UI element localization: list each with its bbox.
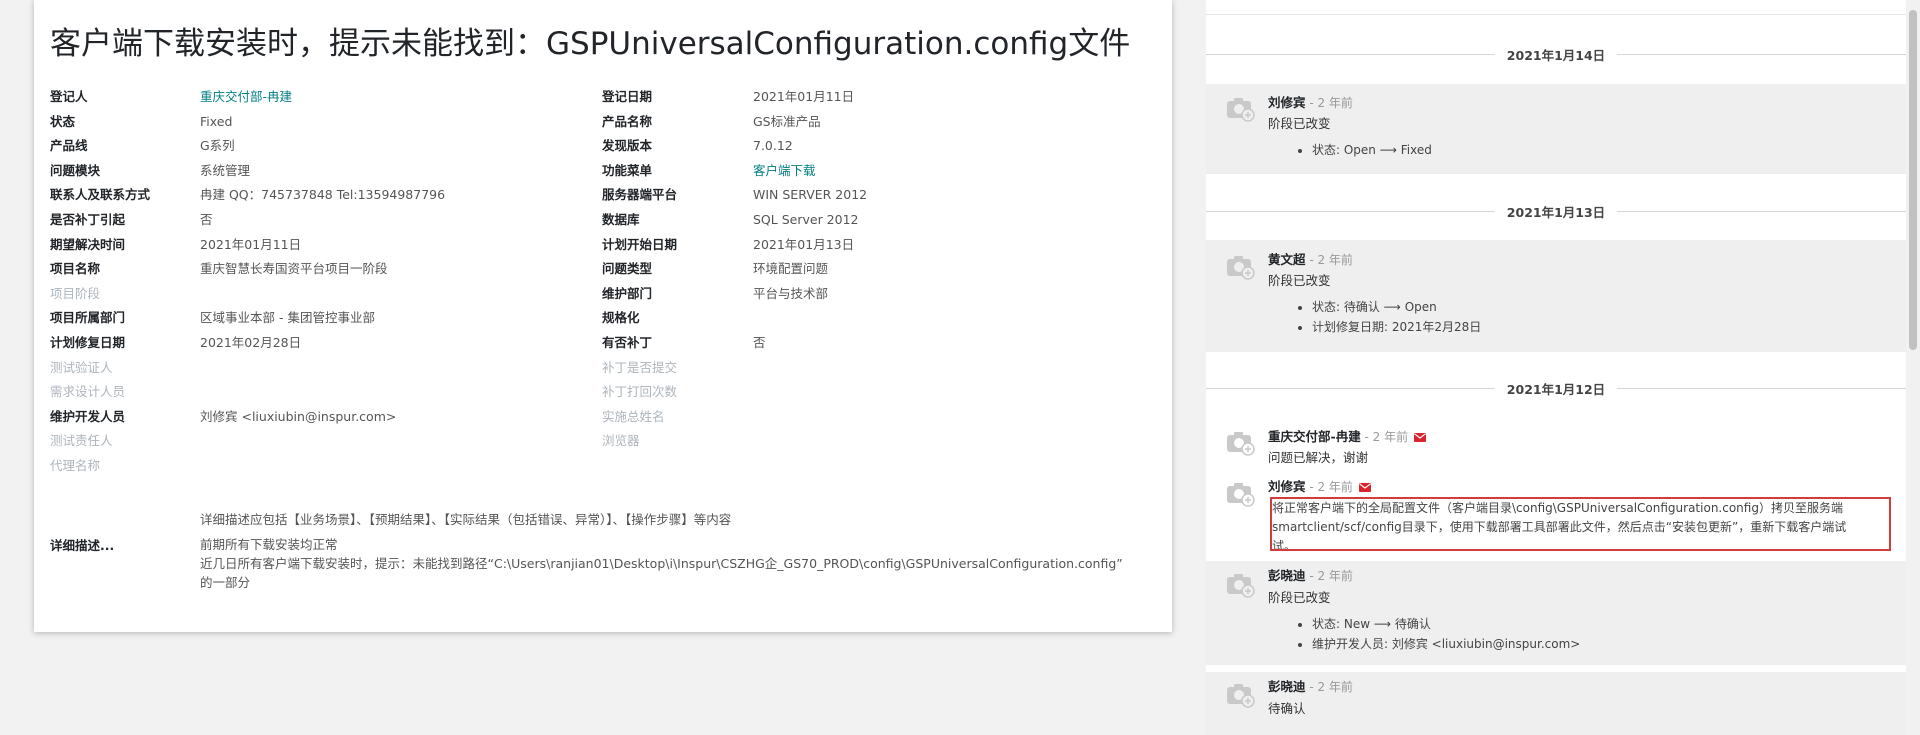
field-label: 服务器端平台 bbox=[602, 187, 678, 203]
field-value: 冉建 QQ：745737848 Tel:13594987796 bbox=[200, 187, 446, 203]
field-value: 环境配置问题 bbox=[753, 261, 829, 277]
ticket-form-sheet: 客户端下载安装时，提示未能找到：GSPUniversalConfiguratio… bbox=[34, 0, 1172, 632]
field-label: 期望解决时间 bbox=[50, 236, 126, 252]
scrollbar[interactable] bbox=[1906, 0, 1920, 735]
description-hint: 详细描述应包括【业务场景】、【预期结果】、【实际结果（包括错误、异常）】、【操作… bbox=[200, 512, 732, 527]
avatar-icon bbox=[1227, 483, 1255, 507]
field-label: 产品名称 bbox=[602, 113, 653, 129]
field-value: SQL Server 2012 bbox=[753, 212, 859, 227]
message-author[interactable]: 彭晓迪 - 2 年前 bbox=[1268, 565, 1353, 584]
message-body: 待确认 bbox=[1268, 701, 1306, 716]
field-label: 发现版本 bbox=[602, 138, 653, 154]
field-label: 产品线 bbox=[50, 138, 88, 154]
field-label: 补丁是否提交 bbox=[602, 359, 678, 375]
scrollbar-thumb[interactable] bbox=[1909, 10, 1917, 350]
field-value: 2021年01月11日 bbox=[200, 236, 302, 252]
message-author[interactable]: 彭晓迪 - 2 年前 bbox=[1268, 676, 1353, 695]
field-value-link[interactable]: 客户端下载 bbox=[753, 162, 816, 180]
tracking-list: 状态: New ⟶ 待确认 维护开发人员: 刘修宾 <liuxiubin@ins… bbox=[1292, 614, 1580, 654]
field-value: WIN SERVER 2012 bbox=[753, 187, 868, 203]
avatar-icon bbox=[1227, 256, 1255, 280]
field-label: 计划开始日期 bbox=[602, 236, 678, 252]
field-value: 2021年01月13日 bbox=[753, 236, 855, 252]
field-label: 联系人及联系方式 bbox=[50, 187, 151, 203]
field-label: 问题模块 bbox=[50, 162, 101, 178]
field-value: GS标准产品 bbox=[753, 113, 821, 129]
field-label: 计划修复日期 bbox=[50, 335, 126, 350]
date-separator: 2021年1月12日 bbox=[1206, 378, 1906, 398]
tracking-list: 状态: Open ⟶ Fixed bbox=[1292, 140, 1432, 160]
field-value: 平台与技术部 bbox=[753, 285, 829, 301]
tracking-item: 状态: 待确认 ⟶ Open bbox=[1312, 297, 1481, 317]
date-label: 2021年1月14日 bbox=[1494, 45, 1618, 64]
field-label: 有否补丁 bbox=[602, 335, 653, 350]
date-label: 2021年1月13日 bbox=[1494, 202, 1618, 221]
message-body: 阶段已改变 bbox=[1268, 273, 1331, 288]
field-label: 状态 bbox=[50, 113, 76, 129]
tracking-item: 状态: Open ⟶ Fixed bbox=[1312, 140, 1432, 160]
field-label: 问题类型 bbox=[602, 261, 653, 277]
field-label: 规格化 bbox=[602, 310, 640, 326]
field-value: 重庆智慧长寿国资平台项目一阶段 bbox=[200, 261, 388, 277]
avatar-icon bbox=[1227, 684, 1255, 708]
field-value-link[interactable]: 重庆交付部-冉建 bbox=[200, 88, 292, 106]
field-label: 测试验证人 bbox=[50, 359, 113, 375]
field-label: 浏览器 bbox=[602, 433, 640, 449]
tracking-item: 状态: New ⟶ 待确认 bbox=[1312, 614, 1580, 634]
envelope-icon bbox=[1358, 483, 1371, 492]
message-body: 阶段已改变 bbox=[1268, 116, 1331, 131]
description-line: 近几日所有客户端下载安装时，提示：未能找到路径“C:\Users\ranjian… bbox=[200, 556, 1123, 571]
field-value: 区域事业本部 - 集团管控事业部 bbox=[200, 310, 375, 326]
field-label: 维护部门 bbox=[602, 285, 653, 301]
field-label: 功能菜单 bbox=[602, 162, 653, 178]
tracking-item: 维护开发人员: 刘修宾 <liuxiubin@inspur.com> bbox=[1312, 634, 1580, 654]
description-field[interactable]: 前期所有下载安装均正常 近几日所有客户端下载安装时，提示：未能找到路径“C:\U… bbox=[200, 535, 1123, 592]
message-author[interactable]: 黄文超 - 2 年前 bbox=[1268, 249, 1353, 268]
field-value: G系列 bbox=[200, 138, 235, 154]
field-label: 项目所属部门 bbox=[50, 310, 126, 326]
highlight-annotation-box bbox=[1270, 497, 1891, 551]
description-line: 前期所有下载安装均正常 bbox=[200, 537, 338, 552]
description-line: 的一部分 bbox=[200, 575, 251, 590]
avatar-icon bbox=[1227, 98, 1255, 122]
field-value: 2021年02月28日 bbox=[200, 335, 302, 350]
date-separator: 2021年1月14日 bbox=[1206, 44, 1906, 64]
description-label: 详细描述... bbox=[50, 538, 115, 553]
message-author[interactable]: 刘修宾 - 2 年前 bbox=[1268, 476, 1371, 495]
message-author[interactable]: 重庆交付部-冉建 - 2 年前 bbox=[1268, 426, 1427, 445]
chatter-panel: 2021年1月14日 刘修宾 - 2 年前 阶段已改变 状态: Open ⟶ F… bbox=[1206, 0, 1906, 735]
tracking-list: 状态: 待确认 ⟶ Open 计划修复日期: 2021年2月28日 bbox=[1292, 297, 1481, 337]
message-body: 问题已解决，谢谢 bbox=[1268, 450, 1369, 465]
field-label: 需求设计人员 bbox=[50, 384, 126, 400]
field-label: 补丁打回次数 bbox=[602, 384, 678, 400]
field-value: 系统管理 bbox=[200, 162, 251, 178]
field-value: Fixed bbox=[200, 113, 233, 129]
field-label: 是否补丁引起 bbox=[50, 212, 126, 227]
field-label: 登记日期 bbox=[602, 89, 653, 104]
avatar-icon bbox=[1227, 574, 1255, 598]
message-body: 阶段已改变 bbox=[1268, 590, 1331, 605]
field-label: 数据库 bbox=[602, 212, 640, 227]
date-separator: 2021年1月13日 bbox=[1206, 201, 1906, 221]
field-label: 登记人 bbox=[50, 89, 88, 104]
field-label: 项目名称 bbox=[50, 261, 101, 277]
ticket-title: 客户端下载安装时，提示未能找到：GSPUniversalConfiguratio… bbox=[50, 26, 1131, 62]
message-author[interactable]: 刘修宾 - 2 年前 bbox=[1268, 92, 1353, 111]
date-label: 2021年1月12日 bbox=[1494, 379, 1618, 398]
field-value: 否 bbox=[200, 212, 213, 227]
avatar-icon bbox=[1227, 432, 1255, 456]
field-value: 否 bbox=[753, 335, 766, 350]
field-label: 代理名称 bbox=[50, 458, 101, 473]
field-value: 刘修宾 <liuxiubin@inspur.com> bbox=[200, 408, 397, 424]
field-value: 7.0.12 bbox=[753, 138, 793, 154]
envelope-icon bbox=[1414, 433, 1427, 442]
chatter-topbar bbox=[1206, 0, 1906, 15]
field-label: 维护开发人员 bbox=[50, 408, 126, 424]
field-label: 测试责任人 bbox=[50, 433, 113, 449]
field-label: 实施总姓名 bbox=[602, 408, 665, 424]
tracking-item: 计划修复日期: 2021年2月28日 bbox=[1312, 317, 1481, 337]
field-label: 项目阶段 bbox=[50, 285, 101, 301]
field-value: 2021年01月11日 bbox=[753, 89, 855, 104]
